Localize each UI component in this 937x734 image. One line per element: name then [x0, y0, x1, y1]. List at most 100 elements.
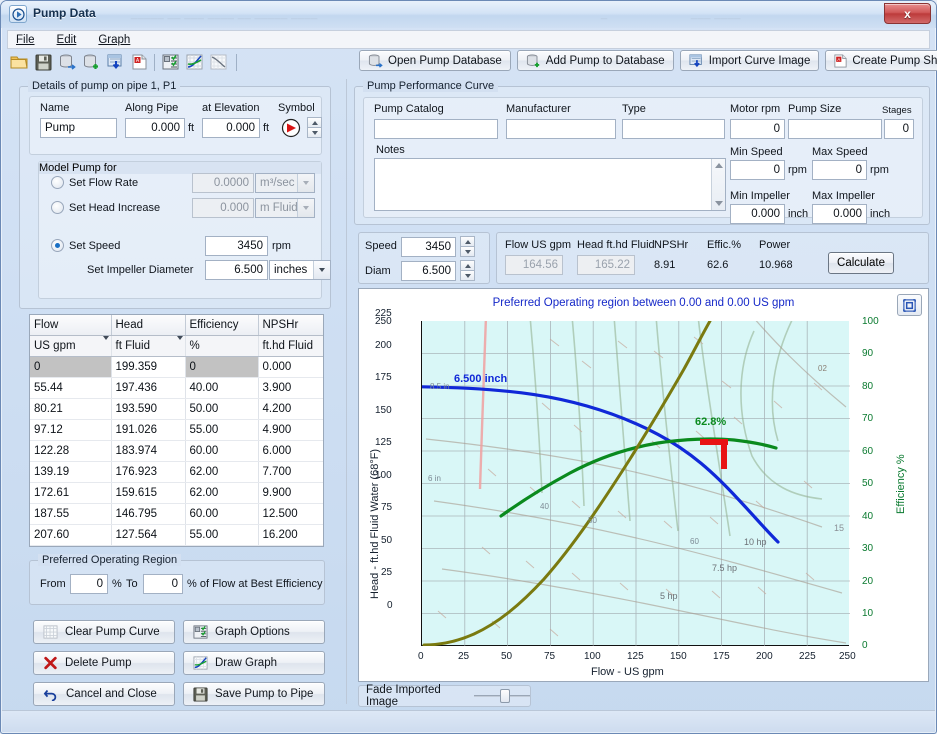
type-input[interactable] — [622, 119, 725, 139]
cell-efficiency[interactable]: 50.00 — [185, 398, 259, 420]
cell-flow[interactable]: 97.12 — [30, 419, 112, 441]
cell-npshr[interactable]: 6.000 — [258, 440, 323, 462]
pump-size-input[interactable] — [788, 119, 882, 139]
cell-npshr[interactable] — [258, 545, 323, 546]
cell-head[interactable]: 183.974 — [111, 440, 186, 462]
cell-flow[interactable]: 0 — [30, 356, 112, 378]
cancel-and-close-button[interactable]: Cancel and Close — [33, 682, 175, 706]
table-row[interactable]: 97.12 191.026 55.00 4.900 — [30, 419, 323, 441]
cell-head[interactable] — [111, 545, 186, 546]
table-row[interactable]: 139.19 176.923 62.00 7.700 — [30, 461, 323, 483]
symbol-spin-down[interactable] — [307, 128, 322, 138]
cell-head[interactable]: 176.923 — [111, 461, 186, 483]
chart-maximize-button[interactable] — [897, 294, 922, 316]
menu-item-file[interactable]: File — [16, 34, 35, 46]
cell-flow[interactable]: 207.60 — [30, 524, 112, 546]
database-open-icon[interactable] — [55, 50, 79, 74]
cell-npshr[interactable]: 0.000 — [258, 356, 323, 378]
symbol-spinner[interactable] — [307, 117, 322, 138]
cell-flow[interactable] — [30, 545, 112, 546]
speed-spinner[interactable] — [460, 236, 475, 257]
name-input[interactable]: Pump — [40, 118, 117, 138]
save-pump-to-pipe-button[interactable]: Save Pump to Pipe — [183, 682, 325, 706]
head-unit-cell-chevron-down-icon[interactable] — [176, 335, 183, 352]
create-pump-sheet-button[interactable]: A Create Pump Sheet — [825, 50, 937, 71]
pdf-icon[interactable]: A — [127, 50, 151, 74]
graph-options-icon[interactable] — [158, 50, 182, 74]
min-impeller-input[interactable]: 0.000 — [730, 204, 785, 224]
menu-item-graph[interactable]: Graph — [98, 34, 130, 46]
table-row[interactable]: 207.60 127.564 55.00 16.200 — [30, 524, 323, 546]
import-image-icon[interactable] — [103, 50, 127, 74]
set-speed-radio[interactable] — [51, 239, 64, 252]
col-header-efficiency[interactable]: Efficiency — [185, 315, 259, 336]
symbol-spin-up[interactable] — [307, 117, 322, 128]
cell-head[interactable]: 127.564 — [111, 524, 186, 546]
col-header-flow[interactable]: Flow — [30, 315, 112, 336]
cell-flow[interactable]: 172.61 — [30, 482, 112, 504]
notes-scrollbar[interactable] — [711, 159, 725, 210]
to-input[interactable]: 0 — [143, 574, 183, 594]
open-pump-database-button[interactable]: Open Pump Database — [359, 50, 511, 71]
plot-area[interactable]: 8.5 in 6 in 40 50 60 02 15 10 hp 7.5 hp … — [421, 321, 850, 646]
from-input[interactable]: 0 — [70, 574, 108, 594]
cell-head[interactable]: 193.590 — [111, 398, 186, 420]
table-row[interactable]: 122.28 183.974 60.00 6.000 — [30, 440, 323, 462]
fade-slider-thumb[interactable] — [499, 689, 510, 703]
impeller-unit-chevron-down-icon[interactable] — [313, 261, 330, 279]
clear-curve-icon[interactable] — [206, 50, 230, 74]
fade-slider[interactable] — [473, 689, 530, 703]
draw-graph-icon[interactable] — [182, 50, 206, 74]
col-header-npshr[interactable]: NPSHr — [258, 315, 323, 336]
cell-head[interactable]: 197.436 — [111, 377, 186, 399]
calculate-button[interactable]: Calculate — [828, 252, 894, 274]
notes-textarea[interactable] — [374, 158, 726, 211]
max-impeller-input[interactable]: 0.000 — [812, 204, 867, 224]
scroll-down-arrow-icon[interactable] — [715, 201, 723, 206]
set-head-increase-radio[interactable] — [51, 201, 64, 214]
cell-efficiency[interactable]: 62.00 — [185, 482, 259, 504]
flow-unit-chevron-down-icon[interactable] — [102, 335, 109, 352]
table-row[interactable]: 187.55 146.795 60.00 12.500 — [30, 503, 323, 525]
set-speed-input[interactable]: 3450 — [205, 236, 268, 256]
set-impeller-input[interactable]: 6.500 — [205, 260, 268, 280]
set-head-increase-input[interactable]: 0.000 — [192, 198, 254, 218]
speed-spin-down[interactable] — [460, 247, 475, 257]
cell-efficiency[interactable]: 0 — [185, 356, 259, 378]
cell-flow[interactable]: 80.21 — [30, 398, 112, 420]
draw-graph-button[interactable]: Draw Graph — [183, 651, 325, 675]
cell-efficiency[interactable]: 62.00 — [185, 461, 259, 483]
table-row[interactable]: 55.44 197.436 40.00 3.900 — [30, 377, 323, 399]
pump-curve-table[interactable]: Flow Head Efficiency NPSHr US gpm ft Flu… — [29, 314, 324, 547]
cell-npshr[interactable]: 3.900 — [258, 377, 323, 399]
cell-head[interactable]: 191.026 — [111, 419, 186, 441]
set-flow-rate-radio[interactable] — [51, 176, 64, 189]
cell-head[interactable]: 146.795 — [111, 503, 186, 525]
cell-flow[interactable]: 122.28 — [30, 440, 112, 462]
cell-flow[interactable]: 55.44 — [30, 377, 112, 399]
cell-efficiency[interactable]: 55.00 — [185, 419, 259, 441]
diam-input[interactable]: 6.500 — [401, 261, 456, 281]
head-unit-combo[interactable]: m Fluid — [255, 198, 315, 218]
elevation-input[interactable]: 0.000 — [202, 118, 260, 138]
table-row[interactable]: 80.21 193.590 50.00 4.200 — [30, 398, 323, 420]
cell-npshr[interactable]: 12.500 — [258, 503, 323, 525]
manufacturer-input[interactable] — [506, 119, 616, 139]
cell-efficiency[interactable]: 40.00 — [185, 377, 259, 399]
cell-npshr[interactable]: 4.200 — [258, 398, 323, 420]
close-button[interactable]: x — [884, 3, 931, 24]
impeller-unit-combo[interactable]: inches — [269, 260, 331, 280]
add-pump-to-database-button[interactable]: Add Pump to Database — [516, 50, 674, 71]
head-result-value[interactable]: 165.22 — [577, 255, 635, 275]
flow-rate-unit-chevron-down-icon[interactable] — [297, 174, 314, 192]
delete-pump-button[interactable]: Delete Pump — [33, 651, 175, 675]
database-add-icon[interactable] — [79, 50, 103, 74]
min-speed-input[interactable]: 0 — [730, 160, 785, 180]
cell-efficiency[interactable] — [185, 545, 259, 546]
import-curve-image-button[interactable]: Import Curve Image — [679, 50, 820, 71]
cell-head[interactable]: 159.615 — [111, 482, 186, 504]
menu-item-edit[interactable]: Edit — [57, 34, 77, 46]
flow-rate-unit-combo[interactable]: m³/sec — [255, 173, 315, 193]
flow-result-value[interactable]: 164.56 — [505, 255, 563, 275]
diam-spinner[interactable] — [460, 260, 475, 281]
